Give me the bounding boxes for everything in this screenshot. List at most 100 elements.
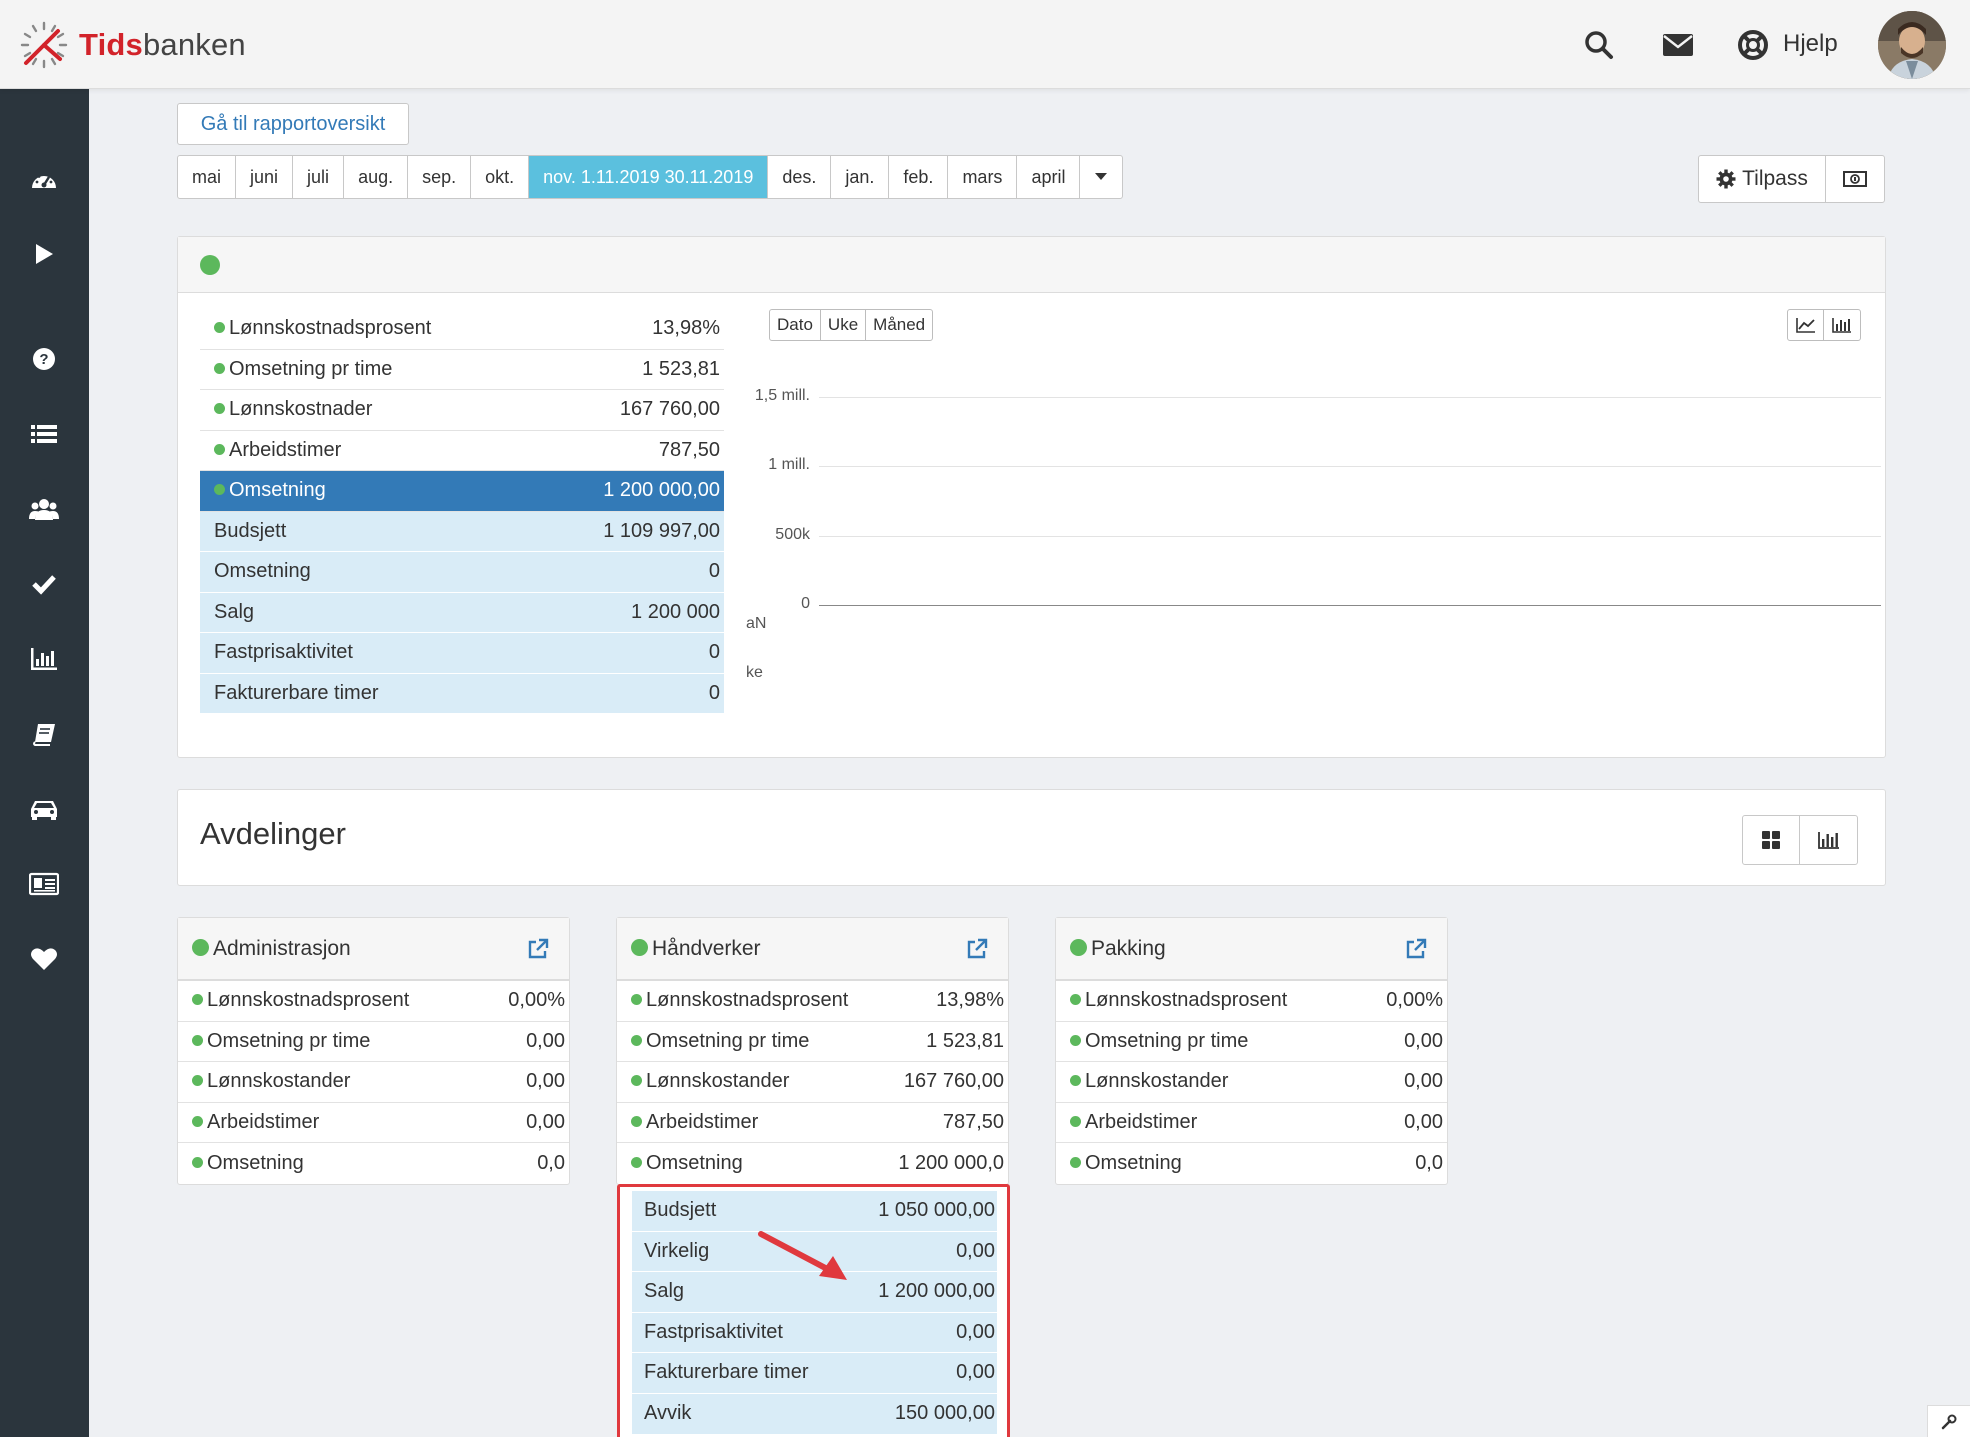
department-row[interactable]: Lønnskostnadsprosent 0,00%: [178, 981, 569, 1022]
department-row[interactable]: Arbeidstimer 0,00: [178, 1103, 569, 1143]
status-indicator: [200, 255, 220, 275]
customize-button[interactable]: Tilpass: [1698, 155, 1826, 203]
status-dot: [214, 362, 225, 374]
departments-title: Avdelinger: [200, 816, 346, 851]
status-dot: [1070, 994, 1081, 1006]
list-icon[interactable]: [26, 416, 62, 452]
line-chart-icon: [1795, 318, 1815, 333]
department-row[interactable]: Lønnskostnadsprosent 0,00%: [1056, 981, 1447, 1022]
department-row[interactable]: Arbeidstimer 0,00: [1056, 1103, 1447, 1143]
breakdown-row: Fastprisaktivitet 0: [200, 633, 724, 674]
month-tab[interactable]: sep.: [408, 156, 472, 198]
chart-type-toggle: [1787, 309, 1861, 341]
department-header: Administrasjon: [178, 918, 569, 981]
kpi-row[interactable]: Omsetning pr time 1 523,81: [200, 350, 724, 390]
baseline: [819, 605, 1881, 606]
kpi-row[interactable]: Lønnskostnader 167 760,00: [200, 390, 724, 431]
department-row[interactable]: Omsetning 0,0: [1056, 1143, 1447, 1184]
bar-chart-icon: [1817, 832, 1839, 849]
status-dot: [631, 1075, 642, 1087]
bar-chart-button[interactable]: [1824, 310, 1860, 340]
department-row[interactable]: Omsetning 1 200 000,0: [617, 1143, 1008, 1184]
department-breakdown-highlight: Budsjett 1 050 000,00 Virkelig 0,00 Salg 1 …: [617, 1184, 1010, 1437]
heart-icon[interactable]: [26, 941, 62, 977]
status-dot: [214, 443, 225, 455]
chart-view-button[interactable]: [1800, 816, 1857, 864]
search-icon[interactable]: [1580, 26, 1618, 64]
lifebuoy-icon[interactable]: [1734, 26, 1772, 64]
department-row[interactable]: Lønnskostander 0,00: [1056, 1062, 1447, 1103]
avatar[interactable]: [1878, 11, 1946, 79]
department-name: Administrasjon: [213, 936, 351, 960]
month-dropdown-toggle[interactable]: [1080, 156, 1122, 198]
department-row[interactable]: Lønnskostander 0,00: [178, 1062, 569, 1103]
month-tab[interactable]: des.: [768, 156, 832, 198]
help-circle-icon[interactable]: ?: [26, 341, 62, 377]
status-dot: [192, 1115, 203, 1127]
wrench-button[interactable]: [1927, 1405, 1970, 1437]
department-row[interactable]: Omsetning pr time 0,00: [178, 1022, 569, 1062]
play-icon[interactable]: [26, 236, 62, 272]
report-overview-button[interactable]: Gå til rapportoversikt: [177, 103, 409, 145]
status-dot: [192, 1156, 203, 1168]
month-tab[interactable]: juli: [293, 156, 345, 198]
status-dot: [631, 994, 642, 1006]
dashboard-icon[interactable]: [26, 161, 62, 197]
department-row[interactable]: Omsetning pr time 1 523,81: [617, 1022, 1008, 1062]
brand-logo[interactable]: Tidsbanken: [18, 18, 246, 72]
kpi-row[interactable]: Arbeidstimer 787,50: [200, 431, 724, 471]
external-link-icon[interactable]: [527, 938, 549, 960]
brand-name: Tidsbanken: [79, 27, 246, 62]
department-row[interactable]: Arbeidstimer 787,50: [617, 1103, 1008, 1143]
period-tabs: Dato Uke Måned: [769, 309, 934, 341]
users-icon[interactable]: [26, 491, 62, 527]
kpi-row[interactable]: Lønnskostnadsprosent 13,98%: [200, 309, 724, 350]
check-icon[interactable]: [26, 566, 62, 602]
breakdown-row: Fakturerbare timer 0,00: [632, 1353, 997, 1394]
department-row[interactable]: Omsetning 0,0: [178, 1143, 569, 1184]
month-tab[interactable]: april: [1017, 156, 1081, 198]
money-button[interactable]: [1825, 155, 1885, 203]
month-tab-active[interactable]: nov. 1.11.2019 30.11.2019: [529, 156, 769, 198]
status-dot: [631, 1034, 642, 1046]
month-tab[interactable]: jan.: [831, 156, 890, 198]
month-tab[interactable]: aug.: [344, 156, 409, 198]
month-tab[interactable]: mars: [948, 156, 1018, 198]
tab-maned[interactable]: Måned: [866, 310, 932, 340]
sidebar: ?: [0, 89, 89, 1437]
bar-chart-icon[interactable]: [26, 641, 62, 677]
department-name: Håndverker: [652, 936, 761, 960]
help-link[interactable]: Hjelp: [1783, 30, 1838, 58]
grid-view-button[interactable]: [1743, 816, 1800, 864]
month-tab[interactable]: juni: [236, 156, 294, 198]
month-tab[interactable]: feb.: [889, 156, 949, 198]
mail-icon[interactable]: [1659, 26, 1697, 64]
external-link-icon[interactable]: [1405, 938, 1427, 960]
book-icon[interactable]: [26, 716, 62, 752]
department-row[interactable]: Omsetning pr time 0,00: [1056, 1022, 1447, 1062]
tab-uke[interactable]: Uke: [821, 310, 867, 340]
breakdown-row: Budsjett 1 050 000,00: [632, 1191, 997, 1232]
external-link-icon[interactable]: [966, 938, 988, 960]
breakdown-row: Fastprisaktivitet 0,00: [632, 1312, 997, 1353]
breakdown-row: Fakturerbare timer 0: [200, 673, 724, 714]
id-card-icon[interactable]: [26, 866, 62, 902]
department-row[interactable]: Lønnskostnadsprosent 13,98%: [617, 981, 1008, 1022]
department-row[interactable]: Lønnskostander 167 760,00: [617, 1062, 1008, 1103]
car-icon[interactable]: [26, 791, 62, 827]
tab-dato[interactable]: Dato: [770, 310, 821, 340]
status-dot: [192, 1034, 203, 1046]
departments-panel: Avdelinger: [177, 789, 1886, 886]
month-tab[interactable]: okt.: [471, 156, 530, 198]
department-name: Pakking: [1091, 936, 1166, 960]
summary-panel: Lønnskostnadsprosent 13,98% Omsetning pr …: [177, 236, 1886, 758]
status-dot: [1070, 1115, 1081, 1127]
status-dot: [192, 994, 203, 1006]
kpi-row-selected[interactable]: Omsetning 1 200 000,00: [200, 471, 724, 512]
status-dot: [631, 1115, 642, 1127]
status-dot: [1070, 1075, 1081, 1087]
department-card: Håndverker Lønnskostnadsprosent 13,98% Om…: [616, 917, 1009, 1185]
month-tab[interactable]: mai: [178, 156, 237, 198]
line-chart-button[interactable]: [1788, 310, 1824, 340]
status-dot: [1070, 1034, 1081, 1046]
